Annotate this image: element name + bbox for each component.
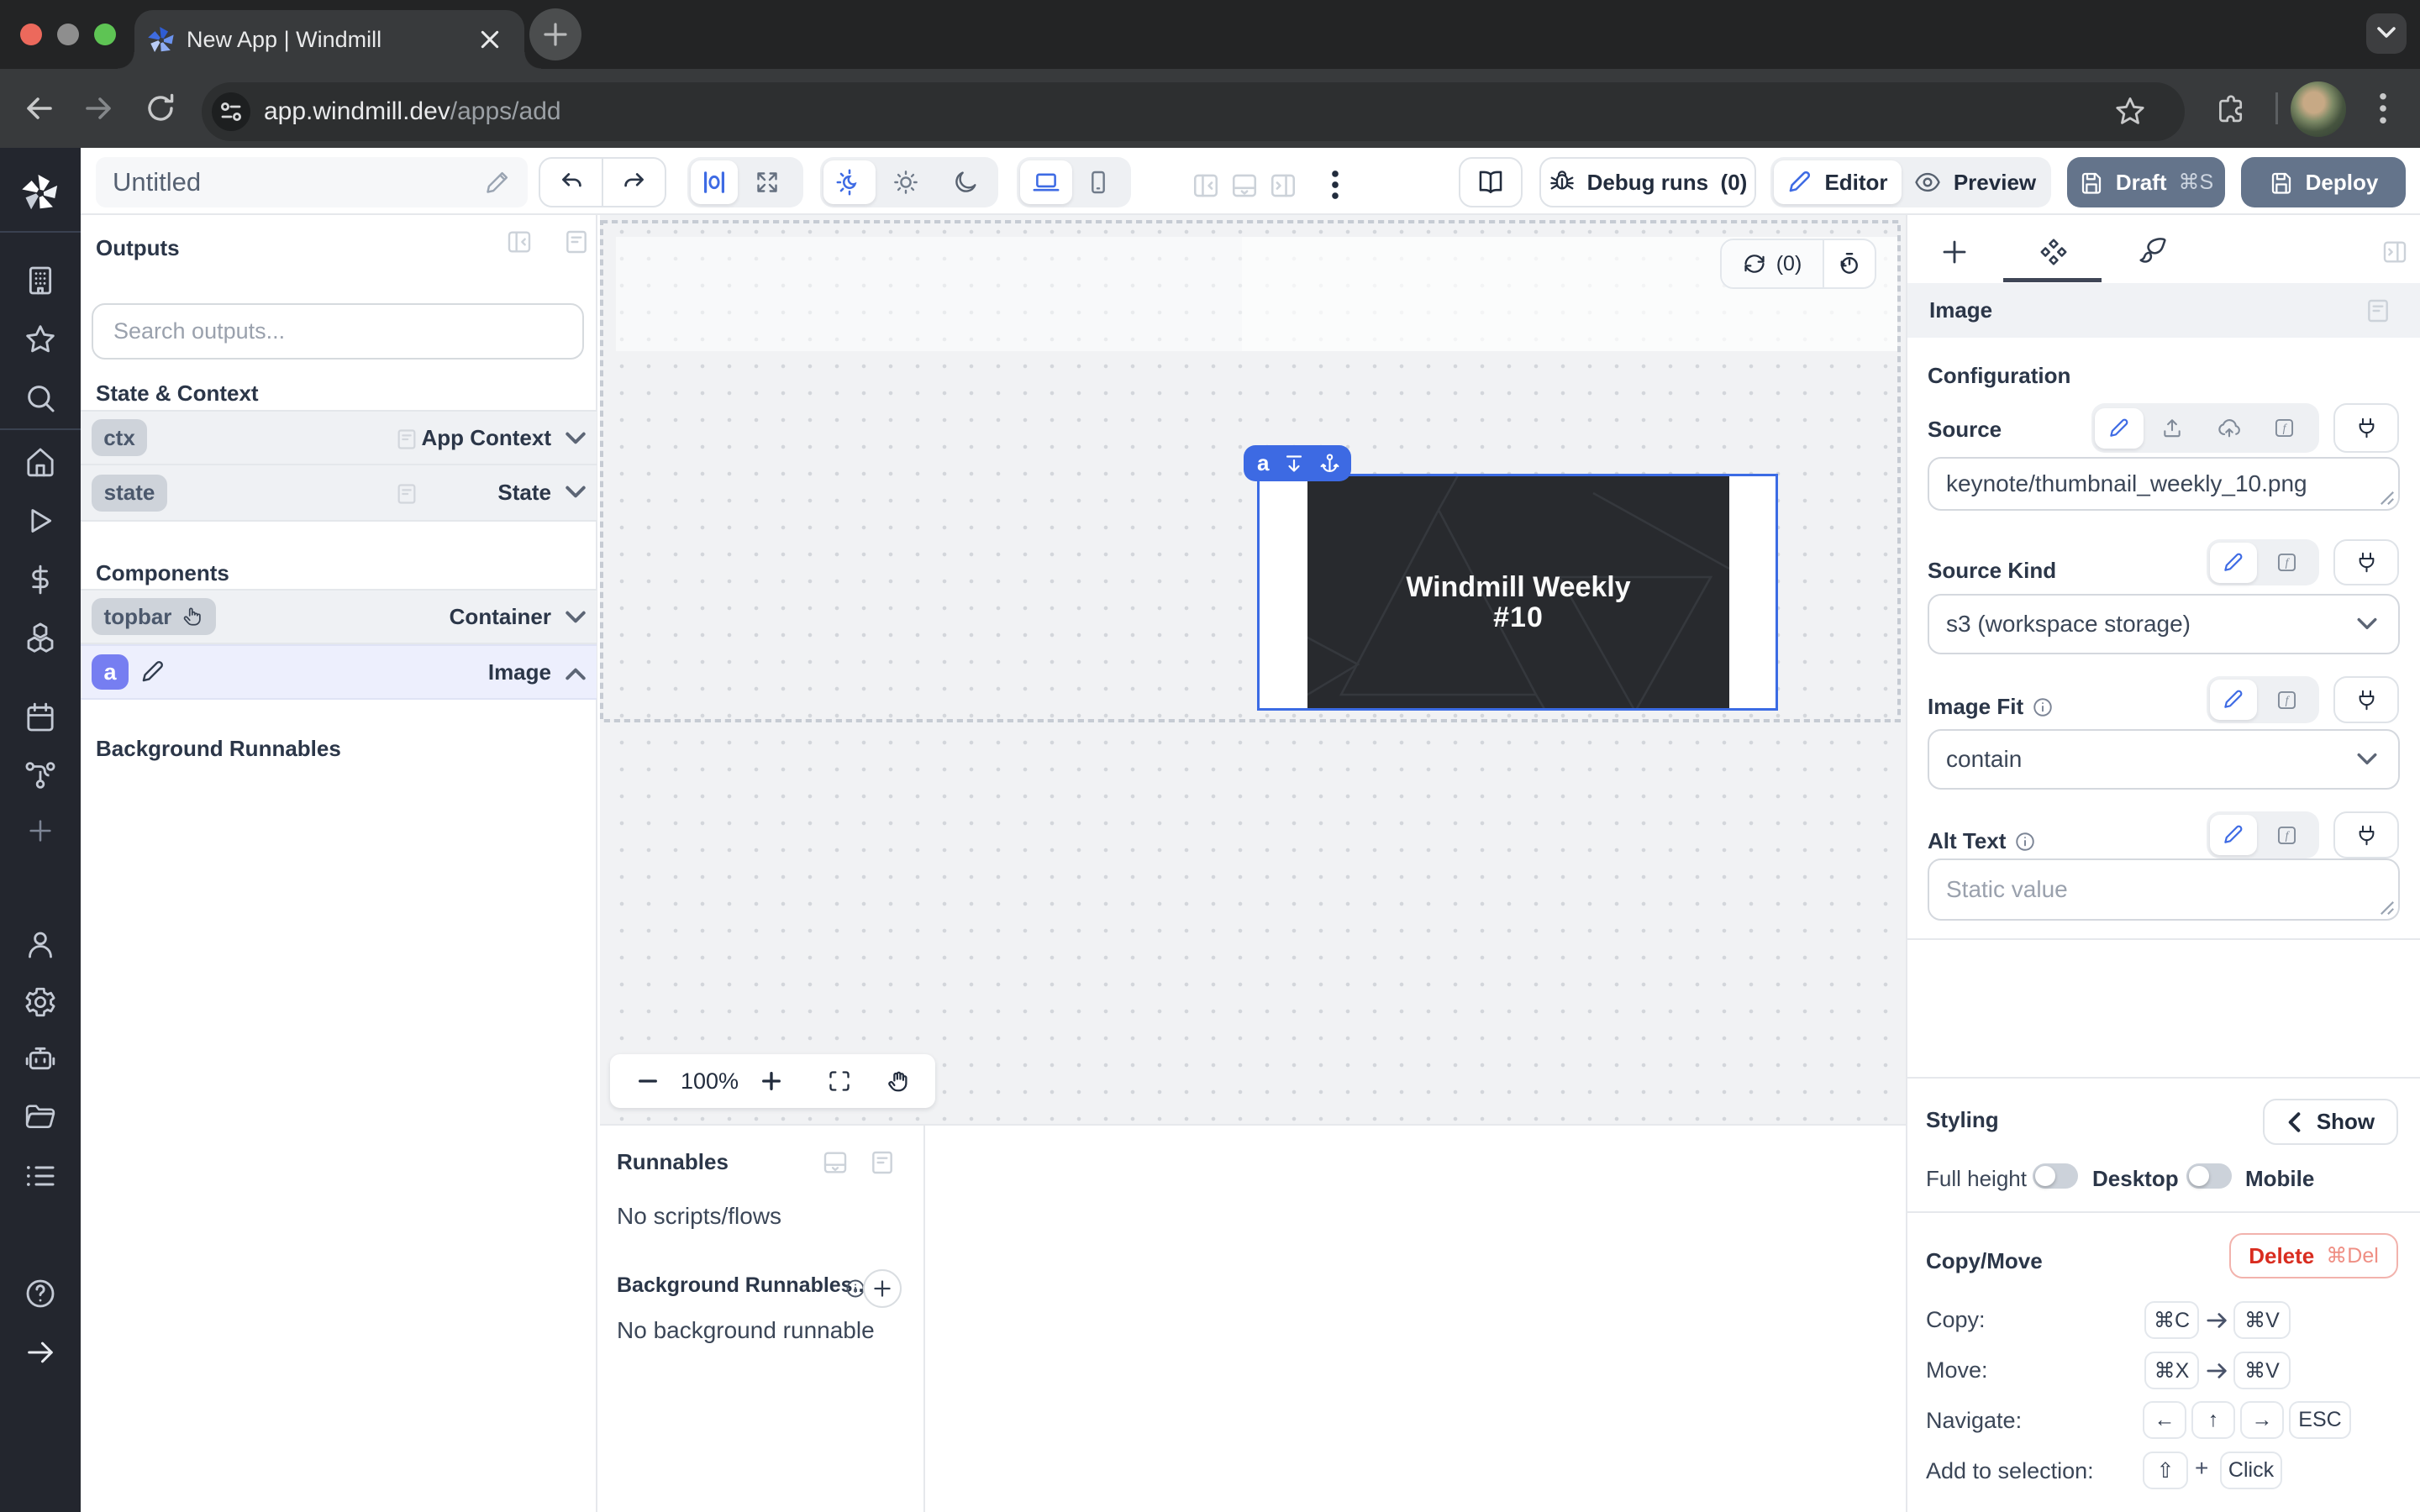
svg-text:f: f: [2282, 422, 2287, 434]
svg-text:f: f: [2285, 694, 2290, 706]
svg-text:f: f: [2285, 829, 2290, 842]
svg-text:f: f: [2285, 556, 2290, 569]
